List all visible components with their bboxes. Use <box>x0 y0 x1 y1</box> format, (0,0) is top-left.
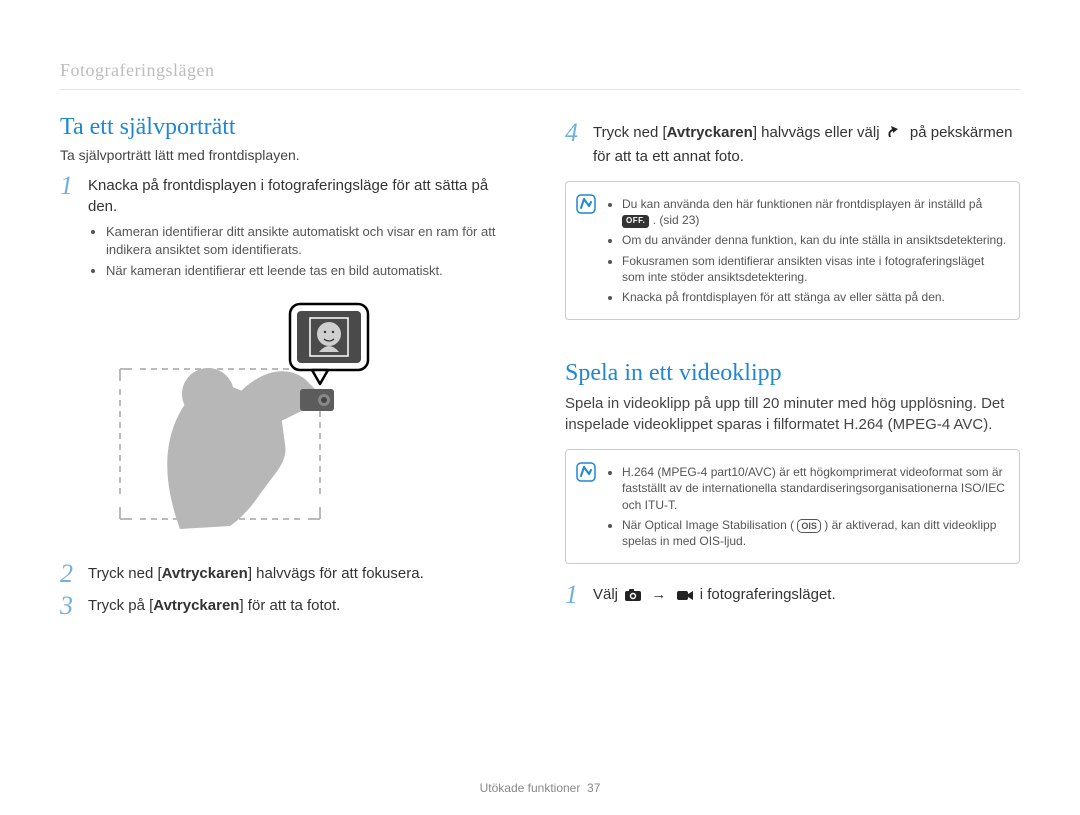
step-1: 1 Knacka på frontdisplayen i fotograferi… <box>60 175 515 217</box>
step-body: Knacka på frontdisplayen i fotografering… <box>88 175 515 217</box>
list-item: Knacka på frontdisplayen för att stänga … <box>622 289 1007 305</box>
text: ] halvvägs för att fokusera. <box>248 565 424 582</box>
step-body: Tryck ned [Avtryckaren] halvvägs eller v… <box>593 122 1020 167</box>
shutter-bold: Avtryckaren <box>153 597 239 614</box>
shutter-bold: Avtryckaren <box>667 124 753 141</box>
step-number: 1 <box>565 582 593 608</box>
list-item: När kameran identifierar ett leende tas … <box>106 262 515 280</box>
step-number: 4 <box>565 120 593 146</box>
right-column: 4 Tryck ned [Avtryckaren] halvvägs eller… <box>565 114 1020 621</box>
text: ] för att ta fotot. <box>239 597 340 614</box>
step-number: 3 <box>60 593 88 619</box>
step-body: Tryck på [Avtryckaren] för att ta fotot. <box>88 595 515 616</box>
step-body: Tryck ned [Avtryckaren] halvvägs för att… <box>88 563 515 584</box>
text: i fotograferingsläget. <box>700 586 836 603</box>
text: ] halvvägs eller välj <box>753 124 884 141</box>
step-body: Välj → i fotograferingsläget. <box>593 584 1020 608</box>
step-number: 2 <box>60 561 88 587</box>
self-portrait-illustration <box>90 294 515 549</box>
list-item: När Optical Image Stabilisation ( OIS ) … <box>622 517 1007 549</box>
left-column: Ta ett självporträtt Ta självporträtt lä… <box>60 114 515 621</box>
intro-selfportrait: Ta självporträtt lätt med frontdisplayen… <box>60 147 515 163</box>
footer-page-number: 37 <box>587 781 600 795</box>
section-title-selfportrait: Ta ett självporträtt <box>60 114 515 141</box>
section-title-video: Spela in ett videoklipp <box>565 360 1020 387</box>
list-item: Om du använder denna funktion, kan du in… <box>622 232 1007 248</box>
text: Tryck ned [ <box>593 124 667 141</box>
list-item: Du kan använda den här funktionen när fr… <box>622 196 1007 228</box>
list-item: Kameran identifierar ditt ansikte automa… <box>106 223 515 258</box>
list-item: Fokusramen som identifierar ansikten vis… <box>622 253 1007 285</box>
text: Tryck ned [ <box>88 565 162 582</box>
list-item: H.264 (MPEG-4 part10/AVC) är ett högkomp… <box>622 464 1007 513</box>
step-1-sublist: Kameran identifierar ditt ansikte automa… <box>88 223 515 280</box>
note-box-video: H.264 (MPEG-4 part10/AVC) är ett högkomp… <box>565 449 1020 564</box>
text: Du kan använda den här funktionen när fr… <box>622 197 982 211</box>
text: Välj <box>593 586 622 603</box>
step-4: 4 Tryck ned [Avtryckaren] halvvägs eller… <box>565 122 1020 167</box>
footer-text: Utökade funktioner <box>480 781 581 795</box>
note-box-selfportrait: Du kan använda den här funktionen när fr… <box>565 181 1020 320</box>
shutter-bold: Avtryckaren <box>162 565 248 582</box>
text: Tryck på [ <box>88 597 153 614</box>
page-footer: Utökade funktioner 37 <box>0 781 1080 795</box>
camera-icon <box>624 587 642 608</box>
step-number: 1 <box>60 173 88 199</box>
retake-icon <box>886 125 904 146</box>
step-2: 2 Tryck ned [Avtryckaren] halvvägs för a… <box>60 563 515 587</box>
intro-video: Spela in videoklipp på upp till 20 minut… <box>565 393 1020 435</box>
video-step-1: 1 Välj → i fotograferingsläget. <box>565 584 1020 608</box>
note-icon <box>576 462 596 553</box>
text: När Optical Image Stabilisation ( <box>622 518 794 532</box>
step-3: 3 Tryck på [Avtryckaren] för att ta foto… <box>60 595 515 619</box>
breadcrumb: Fotograferingslägen <box>60 60 1020 90</box>
off-chip-icon: OFF. <box>622 215 649 228</box>
text: . (sid 23) <box>653 213 700 227</box>
video-icon <box>676 587 694 608</box>
arrow-icon: → <box>651 586 666 603</box>
note-icon <box>576 194 596 309</box>
ois-chip-icon: OIS <box>797 519 821 533</box>
